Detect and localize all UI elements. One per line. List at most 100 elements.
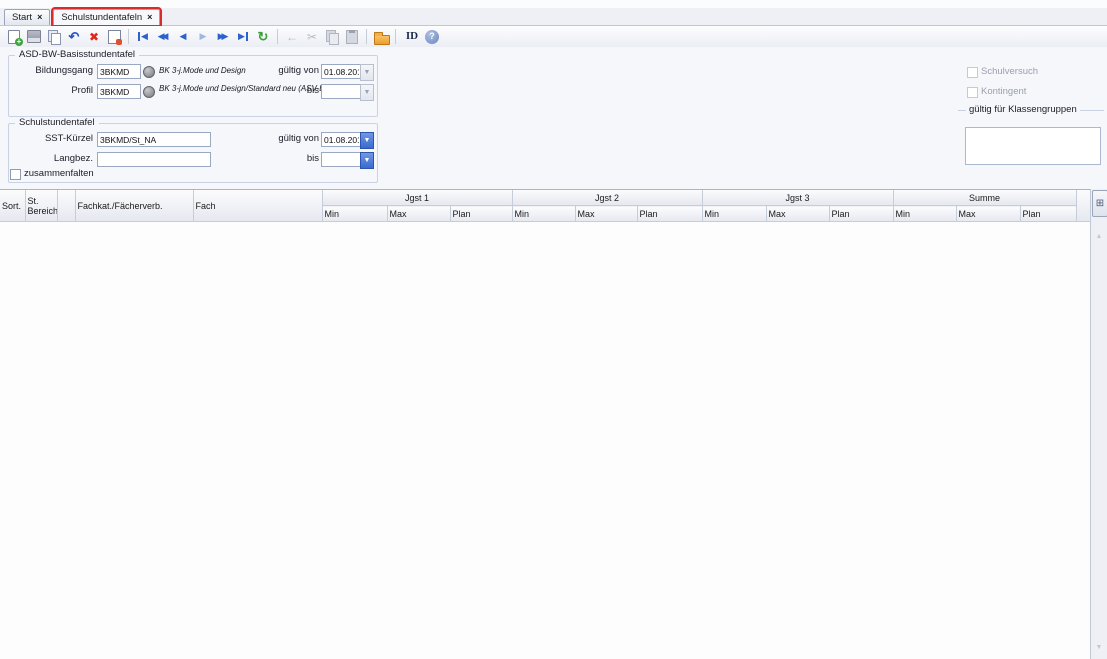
next-record-icon: ▶ [194, 28, 212, 46]
sst-kuerzel-field[interactable] [97, 132, 211, 147]
header-fachkat[interactable]: Fachkat./Fächerverb. [75, 190, 193, 222]
profil-label: Profil [11, 84, 93, 98]
bis-label-1: bis [239, 84, 319, 98]
bis-field-2[interactable] [321, 152, 362, 167]
next-fast-icon[interactable]: ▶▶ [214, 28, 232, 46]
langbez-label: Langbez. [11, 152, 93, 166]
langbez-field[interactable] [97, 152, 211, 167]
kontingent-label: Kontingent [981, 86, 1026, 97]
id-button[interactable]: ID [401, 28, 423, 46]
prev-record-icon[interactable]: ◀ [174, 28, 192, 46]
stundentafel-grid: Sort. St. Bereich Fachkat./Fächerverb. F… [0, 189, 1090, 659]
klassengruppen-title: gültig für Klassengruppen [966, 104, 1080, 115]
refresh-icon[interactable]: ↻ [254, 28, 272, 46]
tab-label: Schulstundentafeln [61, 12, 142, 23]
gueltig-von-dropdown-1: ▼ [360, 64, 374, 81]
save-record-icon [25, 28, 43, 46]
toolbar-separator [395, 29, 396, 44]
folder-icon[interactable] [372, 28, 390, 46]
bis-dropdown-2[interactable]: ▼ [360, 152, 374, 169]
undo-icon-glyph: ↶ [69, 30, 80, 43]
refresh-icon-glyph: ↻ [258, 30, 269, 43]
scroll-up-icon[interactable]: ▲ [1091, 233, 1107, 240]
header-summe-max[interactable]: Max [956, 206, 1020, 222]
column-chooser-button[interactable]: ⊞ [1092, 190, 1107, 217]
header-jgst3-plan[interactable]: Plan [829, 206, 893, 222]
gueltig-von-label-2: gültig von [239, 132, 319, 146]
bildungsgang-field[interactable] [97, 64, 141, 79]
bis-field-1 [321, 84, 362, 99]
help-icon[interactable]: ? [425, 30, 439, 44]
header-summe-min[interactable]: Min [893, 206, 956, 222]
kontingent-checkbox [967, 87, 978, 98]
form-panel: ASD-BW-Basisstundentafel Bildungsgang BK… [0, 47, 1107, 189]
header-group-jgst1: Jgst 1 [322, 190, 512, 206]
gueltig-von-field-2[interactable] [321, 132, 362, 147]
edit-grid-icon[interactable] [105, 28, 123, 46]
tab-bar: Start × Schulstundentafeln × [0, 8, 1107, 26]
help-icon-glyph: ? [429, 32, 435, 41]
header-jgst1-plan[interactable]: Plan [450, 206, 512, 222]
stundentafel-table: Sort. St. Bereich Fachkat./Fächerverb. F… [0, 190, 1091, 222]
zusammenfalten-checkbox[interactable] [10, 169, 21, 180]
new-record-icon[interactable] [5, 28, 23, 46]
profil-status-icon [143, 86, 155, 98]
tab-start[interactable]: Start × [4, 9, 50, 25]
tab-label: Start [12, 12, 32, 23]
undo-icon[interactable]: ↶ [65, 28, 83, 46]
klassengruppen-box[interactable] [965, 127, 1101, 165]
header-jgst2-max[interactable]: Max [575, 206, 637, 222]
next-record-icon-glyph: ▶ [200, 32, 207, 41]
header-summe-plan[interactable]: Plan [1020, 206, 1076, 222]
vertical-scrollbar[interactable]: ⊞ ▲ ▼ [1090, 189, 1107, 659]
copy-icon [323, 28, 341, 46]
scroll-down-icon[interactable]: ▼ [1091, 644, 1107, 651]
header-fach[interactable]: Fach [193, 190, 322, 222]
first-record-icon-glyph: ◀ [141, 32, 148, 41]
toolbar-separator [128, 29, 129, 44]
prev-fast-icon[interactable]: ◀◀ [154, 28, 172, 46]
first-record-icon[interactable]: ◀ [134, 28, 152, 46]
paste-icon [343, 28, 361, 46]
last-record-icon[interactable]: ▶ [234, 28, 252, 46]
group-basisstundentafel: ASD-BW-Basisstundentafel Bildungsgang BK… [8, 55, 378, 117]
header-jgst3-max[interactable]: Max [766, 206, 829, 222]
gueltig-von-dropdown-2[interactable]: ▼ [360, 132, 374, 149]
cut-icon: ✂ [303, 28, 321, 46]
bis-label-2: bis [239, 152, 319, 166]
back-arrow-icon-glyph: ← [286, 31, 298, 43]
header-sort[interactable]: Sort. [0, 190, 25, 222]
bildungsgang-label: Bildungsgang [11, 64, 93, 78]
toolbar-separator [366, 29, 367, 44]
tab-close-icon[interactable]: × [37, 13, 42, 22]
header-st-bereich[interactable]: St. Bereich [25, 190, 57, 222]
toolbar: ↶✖◀◀◀◀▶▶▶▶↻←✂ID? [0, 26, 1107, 48]
zusammenfalten-label: zusammenfalten [24, 168, 94, 179]
bis-dropdown-1: ▼ [360, 84, 374, 101]
header-jgst3-min[interactable]: Min [702, 206, 766, 222]
header-group-jgst3: Jgst 3 [702, 190, 893, 206]
header-jgst1-max[interactable]: Max [387, 206, 450, 222]
header-jgst2-min[interactable]: Min [512, 206, 575, 222]
back-arrow-icon: ← [283, 28, 301, 46]
header-jgst1-min[interactable]: Min [322, 206, 387, 222]
sst-kuerzel-label: SST-Kürzel [11, 132, 93, 146]
copy-record-icon[interactable] [45, 28, 63, 46]
tab-close-icon[interactable]: × [147, 13, 152, 22]
delete-record-icon[interactable]: ✖ [85, 28, 103, 46]
profil-field[interactable] [97, 84, 141, 99]
prev-fast-icon-glyph: ◀◀ [158, 32, 166, 41]
header-expand-column [57, 190, 75, 222]
last-record-icon-glyph: ▶ [238, 32, 245, 41]
schulversuch-checkbox [967, 67, 978, 78]
header-group-summe: Summe [893, 190, 1076, 206]
next-fast-icon-glyph: ▶▶ [218, 32, 226, 41]
tab-schulstundentafeln[interactable]: Schulstundentafeln × [53, 9, 160, 25]
prev-record-icon-glyph: ◀ [180, 32, 187, 41]
group-basisstundentafel-title: ASD-BW-Basisstundentafel [15, 49, 139, 60]
header-delete-column [1076, 190, 1090, 222]
schulversuch-label: Schulversuch [981, 66, 1038, 77]
id-button-glyph: ID [406, 31, 418, 42]
gueltig-von-field-1 [321, 64, 362, 79]
header-jgst2-plan[interactable]: Plan [637, 206, 702, 222]
